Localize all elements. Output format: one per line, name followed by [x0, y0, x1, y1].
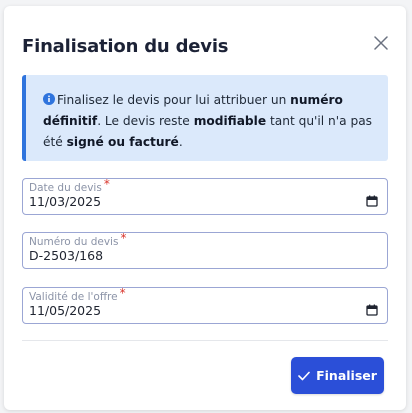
info-icon: [43, 93, 55, 105]
dialog-title: Finalisation du devis: [22, 36, 229, 57]
validity-field-value: 11/05/2025: [29, 303, 102, 318]
required-mark: *: [120, 231, 127, 245]
calendar-icon[interactable]: [366, 304, 378, 316]
check-icon: [298, 371, 310, 380]
date-field[interactable]: Date du devis * 11/03/2025: [22, 177, 388, 215]
info-alert: Finalisez le devis pour lui attribuer un…: [22, 75, 388, 161]
date-field-label: Date du devis *: [29, 177, 110, 194]
validity-field[interactable]: Validité de l'offre * 11/05/2025: [22, 286, 388, 324]
info-text-4: .: [178, 135, 183, 149]
quote-number-label: Numéro du devis *: [29, 231, 127, 248]
date-field-value: 11/03/2025: [29, 194, 102, 209]
quote-number-value: D-2503/168: [29, 248, 104, 263]
calendar-icon[interactable]: [366, 195, 378, 207]
validity-field-label: Validité de l'offre *: [29, 286, 126, 303]
quote-number-field[interactable]: Numéro du devis * D-2503/168: [22, 231, 388, 269]
info-bold-3: signé ou facturé: [66, 135, 179, 149]
finalize-dialog: Finalisation du devis Finalisez le devis…: [4, 6, 406, 410]
required-mark: *: [119, 286, 126, 300]
info-bold-2: modifiable: [193, 114, 267, 128]
footer-divider: [22, 340, 388, 341]
info-text-2: . Le devis reste: [97, 114, 194, 128]
required-mark: *: [103, 177, 110, 191]
finalize-button-label: Finaliser: [316, 368, 377, 383]
close-button[interactable]: [370, 32, 392, 54]
finalize-button[interactable]: Finaliser: [291, 357, 384, 394]
close-icon: [374, 36, 388, 50]
info-text-1: Finalisez le devis pour lui attribuer un: [57, 93, 291, 107]
